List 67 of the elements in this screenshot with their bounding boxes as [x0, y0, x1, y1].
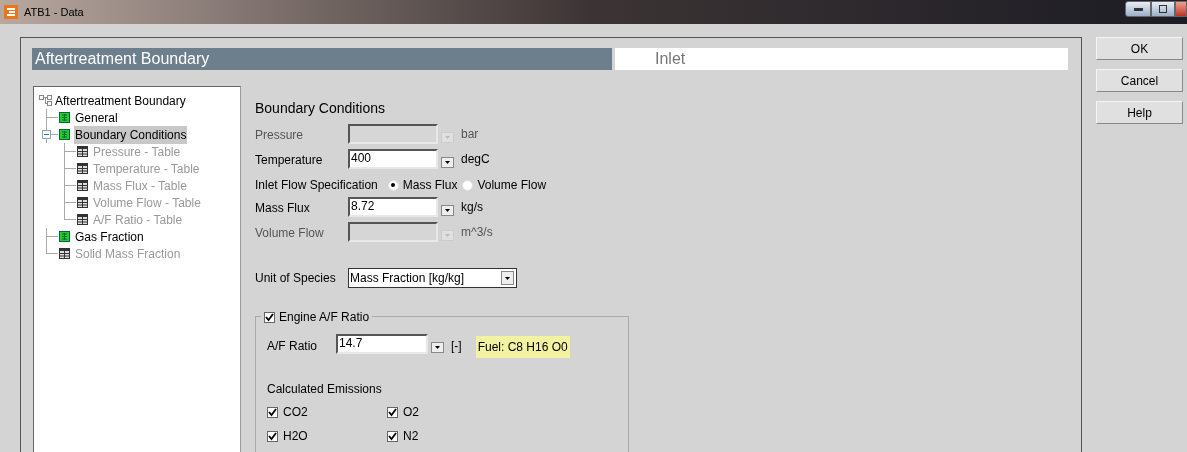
section-label: Inlet	[615, 48, 1068, 70]
dropdown-button[interactable]	[431, 342, 444, 353]
dropdown-button[interactable]	[441, 156, 454, 168]
unit-label: degC	[461, 150, 490, 168]
caret-icon	[505, 276, 510, 280]
collapse-toggle[interactable]	[42, 130, 51, 139]
form-heading: Boundary Conditions	[255, 99, 386, 118]
checkbox-label: Engine A/F Ratio	[279, 309, 370, 326]
caret-icon	[445, 209, 450, 212]
checkbox-label: H2O	[283, 428, 308, 445]
close-button[interactable]	[1175, 1, 1187, 17]
unit-label: bar	[461, 126, 479, 143]
table-icon	[77, 214, 88, 225]
node-icon	[59, 231, 70, 242]
dialog-button[interactable]: Help	[1096, 101, 1183, 124]
restore-button[interactable]	[1151, 1, 1175, 17]
field-label: Inlet Flow Specification	[255, 177, 378, 194]
checkbox[interactable]	[387, 430, 398, 442]
checkbox[interactable]	[387, 406, 398, 418]
dropdown[interactable]: Mass Fraction [kg/kg]	[348, 268, 517, 288]
checkbox-label: N2	[403, 428, 419, 445]
caret-icon	[445, 160, 450, 164]
app-icon	[4, 5, 18, 19]
radio-button[interactable]	[387, 179, 399, 191]
dropdown-button[interactable]	[441, 205, 454, 216]
table-icon	[77, 197, 88, 208]
table-icon	[77, 146, 88, 157]
radio-button[interactable]	[462, 179, 474, 191]
window-title: ATB1 - Data	[24, 4, 84, 20]
caret-icon	[435, 346, 440, 349]
field-label: Volume Flow	[255, 224, 325, 242]
tree-item[interactable]: Boundary Conditions	[74, 125, 188, 144]
field-label: Unit of Species	[255, 270, 337, 287]
fuel-label: Fuel: C8 H16 O0	[475, 336, 570, 358]
checkbox[interactable]	[267, 406, 278, 418]
input-field[interactable]: 400	[348, 148, 438, 169]
node-icon	[59, 129, 70, 140]
panel-title: Aftertreatment Boundary	[32, 48, 612, 70]
radio-label: Mass Flux	[402, 177, 458, 194]
field-label: A/F Ratio	[267, 338, 318, 355]
checkbox-label: O2	[403, 404, 419, 421]
tree-item[interactable]: Gas Fraction	[74, 227, 145, 246]
radio-label: Volume Flow	[477, 177, 547, 194]
input-field[interactable]: 8.72	[348, 197, 438, 217]
caret-icon	[445, 136, 450, 139]
minimize-button[interactable]	[1125, 1, 1151, 17]
caret-icon	[445, 233, 450, 237]
checkbox[interactable]	[267, 430, 278, 442]
table-icon	[77, 163, 88, 174]
field-label: Mass Flux	[255, 200, 311, 217]
dialog-button[interactable]: OK	[1096, 37, 1183, 60]
input-field[interactable]: 14.7	[336, 334, 428, 354]
field-label: Pressure	[255, 127, 305, 144]
hierarchy-icon	[39, 95, 53, 106]
table-icon	[77, 180, 88, 191]
table-icon	[59, 248, 70, 259]
unit-label: [-]	[451, 338, 462, 355]
tree-item[interactable]: General	[74, 108, 119, 127]
field-label: Temperature	[255, 151, 324, 169]
checkbox[interactable]	[264, 311, 275, 323]
checkbox-label: CO2	[283, 404, 308, 421]
unit-label: m^3/s	[461, 223, 493, 241]
dialog-button[interactable]: Cancel	[1096, 69, 1183, 92]
node-icon	[59, 112, 70, 123]
unit-label: kg/s	[461, 199, 483, 216]
tree-item[interactable]: Aftertreatment Boundary	[55, 91, 186, 110]
section-label: Calculated Emissions	[267, 381, 383, 398]
